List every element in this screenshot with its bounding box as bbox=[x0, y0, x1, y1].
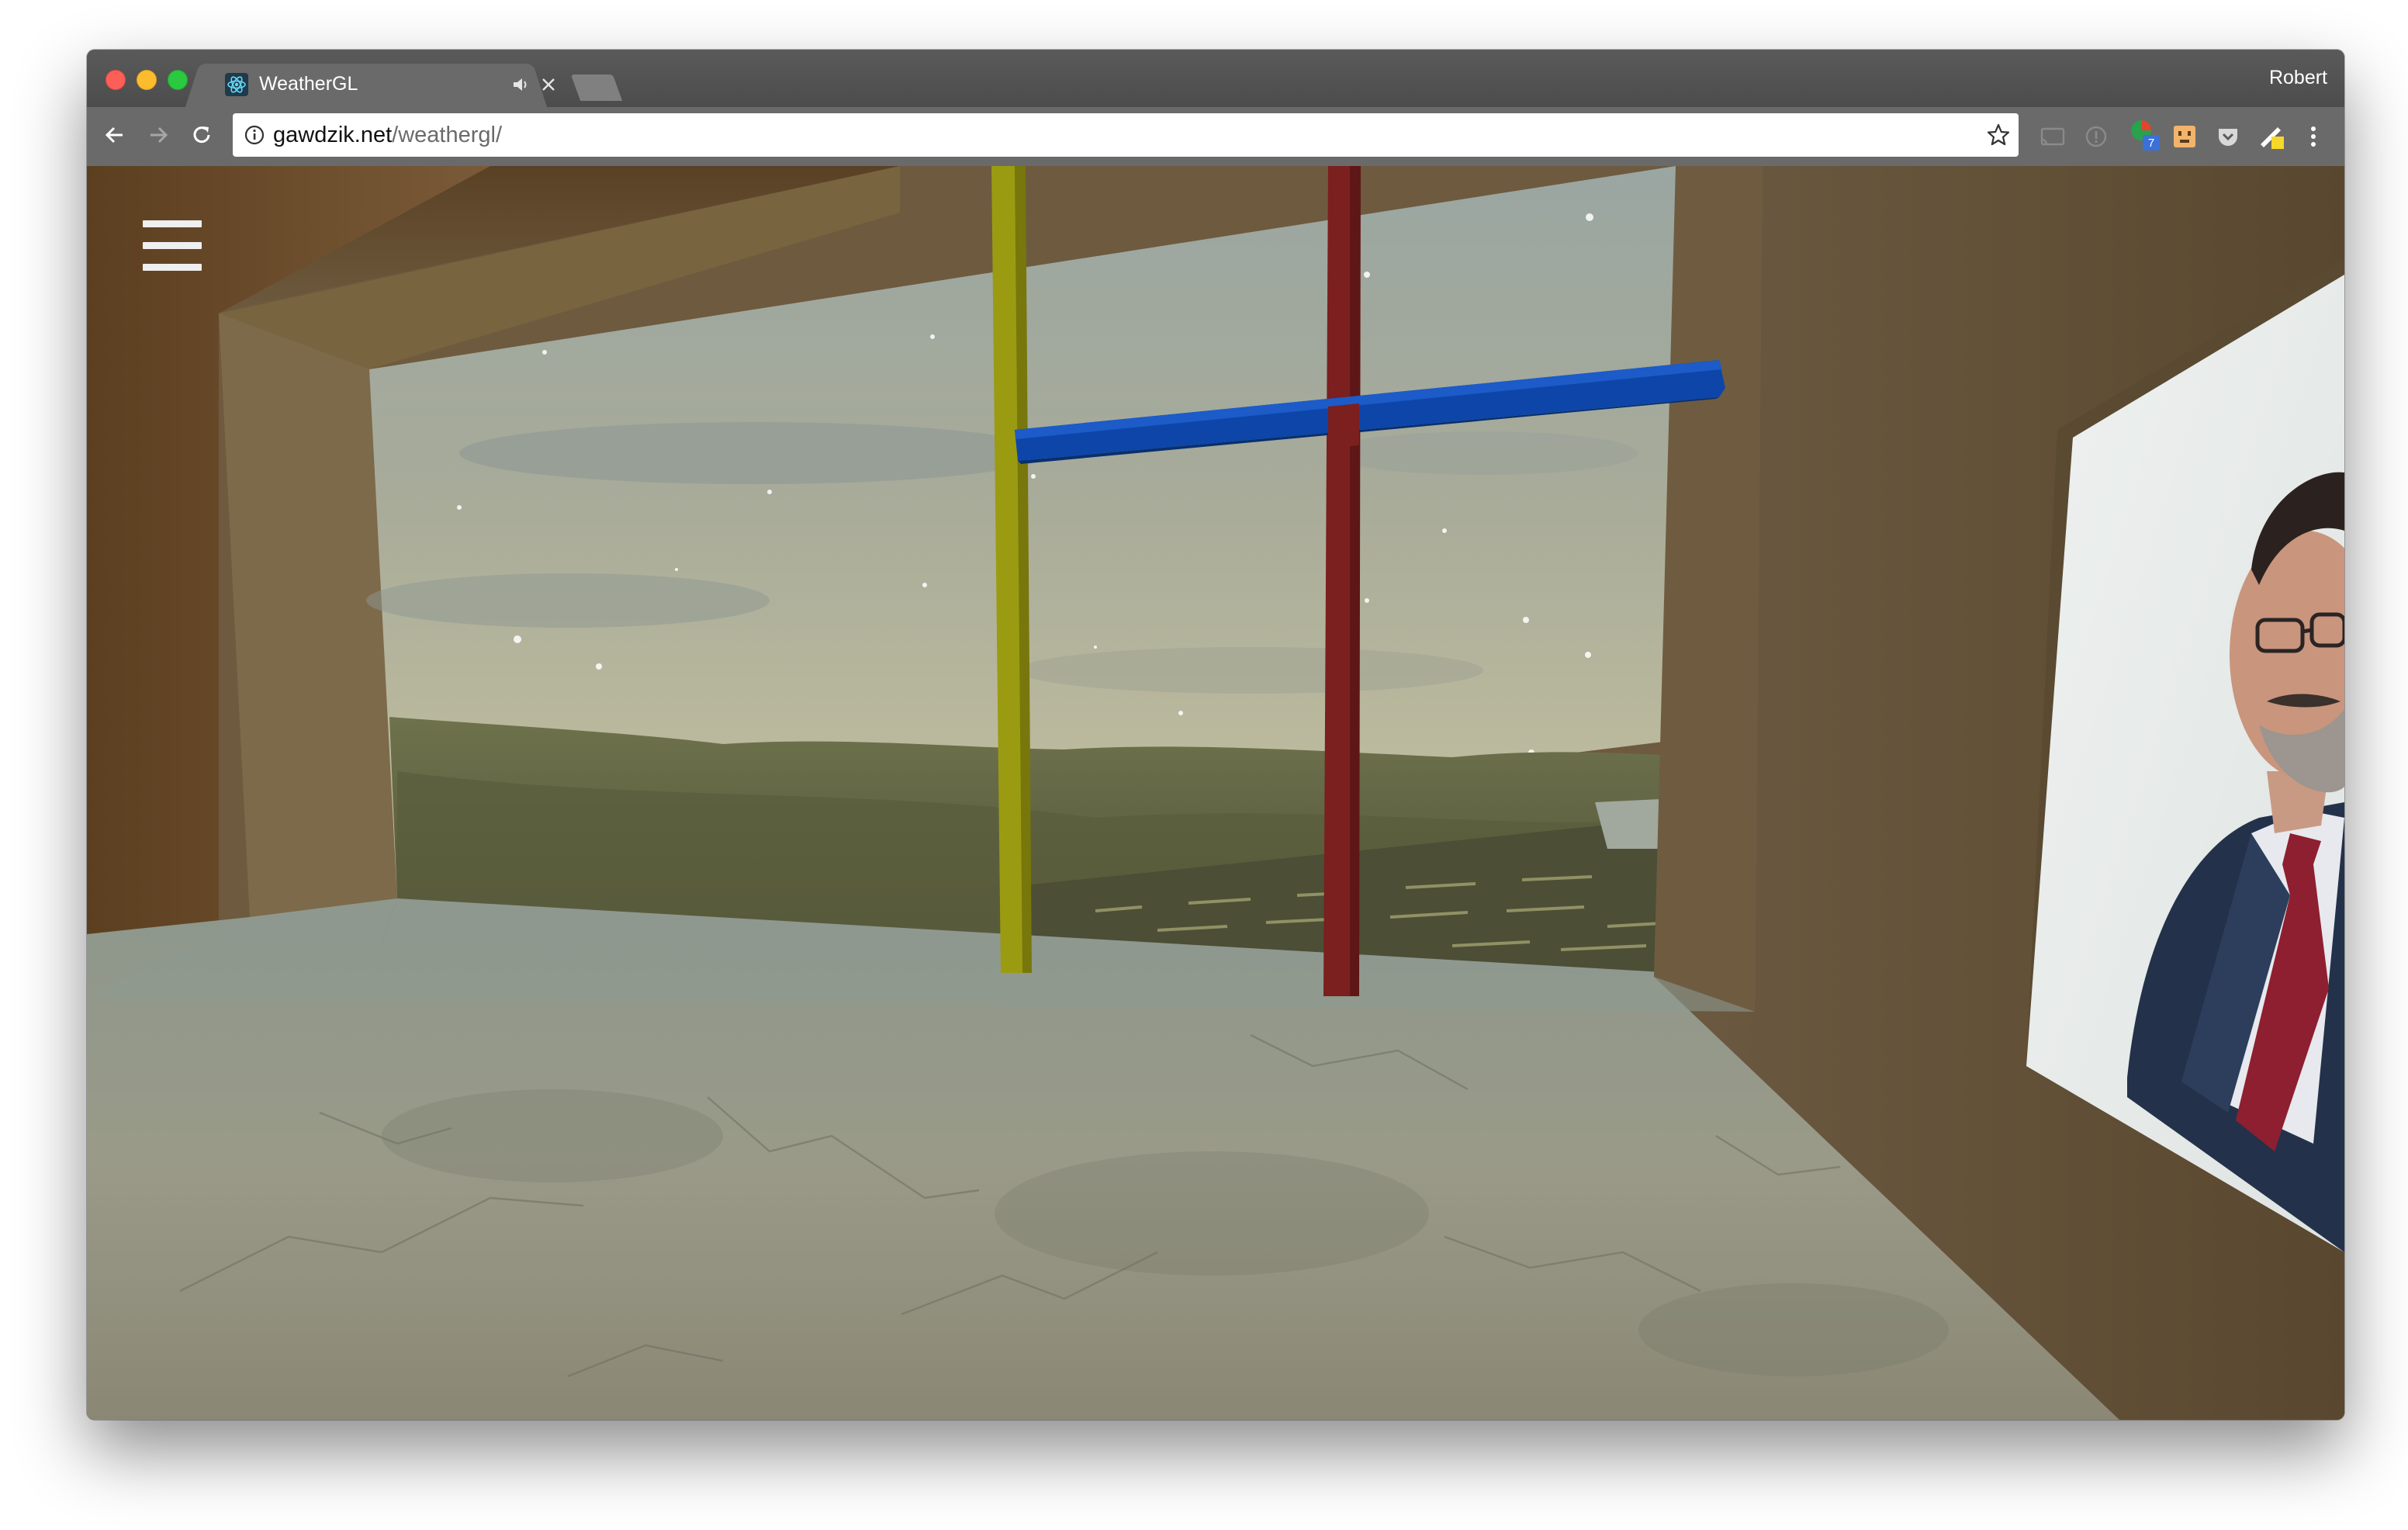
hamburger-menu-icon-bar bbox=[143, 220, 202, 227]
pocket-icon[interactable] bbox=[2213, 121, 2244, 152]
browser-window: Robert WeatherGL gawdzik.net/weathergl/ … bbox=[87, 50, 2344, 1420]
hamburger-menu-icon-bar bbox=[143, 264, 202, 271]
extension-badge-count: 7 bbox=[2147, 137, 2155, 150]
browser-toolbar: gawdzik.net/weathergl/ 7 bbox=[87, 107, 2344, 167]
forward-button[interactable] bbox=[143, 119, 174, 151]
react-atom-icon bbox=[225, 73, 248, 96]
hamburger-menu-icon-bar bbox=[143, 242, 202, 249]
speaker-icon[interactable] bbox=[512, 76, 531, 93]
tab-weathergl[interactable] bbox=[203, 64, 529, 107]
tab-strip: Robert bbox=[87, 50, 2344, 107]
arrow-right-icon bbox=[150, 126, 168, 144]
cast-icon[interactable] bbox=[2037, 121, 2068, 152]
url-text[interactable]: gawdzik.net/weathergl/ bbox=[273, 123, 502, 148]
zoom-window-button[interactable] bbox=[168, 70, 188, 90]
close-icon[interactable] bbox=[540, 76, 557, 93]
tab-title[interactable]: WeatherGL bbox=[259, 73, 358, 95]
arrow-left-icon bbox=[105, 126, 123, 144]
profile-name[interactable]: Robert bbox=[2269, 67, 2327, 89]
reload-button[interactable] bbox=[186, 119, 217, 151]
more-menu-icon[interactable] bbox=[2298, 121, 2329, 152]
star-icon[interactable] bbox=[1986, 123, 2011, 147]
reload-icon bbox=[193, 126, 210, 144]
close-window-button[interactable] bbox=[106, 70, 126, 90]
info-icon[interactable] bbox=[244, 124, 265, 146]
webgl-canvas[interactable] bbox=[87, 166, 2344, 1420]
back-button[interactable] bbox=[99, 119, 130, 151]
minimize-window-button[interactable] bbox=[137, 70, 157, 90]
scene-render bbox=[87, 166, 2344, 1420]
circle-info-extension-icon[interactable] bbox=[2081, 121, 2112, 152]
face-extension-icon[interactable] bbox=[2169, 121, 2200, 152]
note-extension-icon[interactable] bbox=[2256, 121, 2287, 152]
url-path: /weathergl/ bbox=[392, 123, 503, 147]
address-bar[interactable]: gawdzik.net/weathergl/ bbox=[233, 113, 2019, 157]
new-tab-button[interactable] bbox=[570, 74, 623, 101]
url-host: gawdzik.net bbox=[273, 123, 393, 147]
hamburger-menu-button[interactable] bbox=[143, 220, 202, 272]
